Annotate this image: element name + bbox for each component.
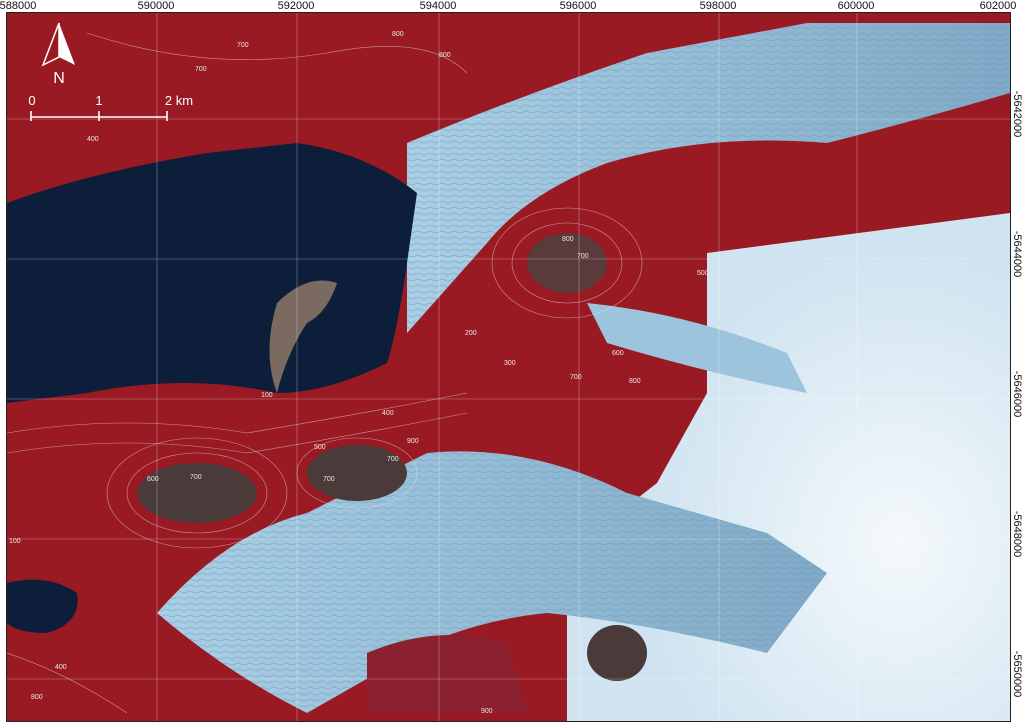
y-tick-label-wrap: -5650000	[1010, 634, 1024, 714]
satellite-image: 700 700 800 800 400 800 700 500 200 300 …	[6, 12, 1011, 722]
contour-label: 800	[562, 236, 574, 243]
contour-label: 400	[87, 136, 99, 143]
contour-label: 400	[55, 664, 67, 671]
y-tick-label: -5644000	[1011, 230, 1023, 278]
contour-label: 600	[612, 350, 624, 357]
contour-label: 700	[387, 456, 399, 463]
x-tick-label: 596000	[559, 0, 597, 12]
contour-label: 900	[407, 438, 419, 445]
contour-label: 300	[504, 360, 516, 367]
y-tick-label-wrap: -5642000	[1010, 74, 1024, 154]
scale-label: 1	[95, 93, 103, 108]
rock-outcrop	[307, 445, 407, 501]
y-tick-label: -5648000	[1011, 510, 1023, 558]
contour-label: 800	[439, 52, 451, 59]
contour-label: 100	[261, 392, 273, 399]
contour-label: 500	[314, 444, 326, 451]
map-figure: 588000 590000 592000 594000 596000 59800…	[0, 0, 1024, 725]
contour-label: 700	[323, 476, 335, 483]
y-tick-label-wrap: -5648000	[1010, 494, 1024, 574]
map-canvas: 700 700 800 800 400 800 700 500 200 300 …	[7, 13, 1010, 721]
y-tick-label: -5642000	[1011, 90, 1023, 138]
scale-label: 2 km	[164, 93, 194, 108]
y-tick-label-wrap: -5646000	[1010, 354, 1024, 434]
contour-label: 600	[147, 476, 159, 483]
contour-label: 200	[465, 330, 477, 337]
y-tick-label-wrap: -5644000	[1010, 214, 1024, 294]
rock-outcrop	[137, 463, 257, 523]
x-tick-label: 602000	[979, 0, 1017, 12]
scale-label: 0	[28, 93, 36, 108]
contour-label: 800	[392, 31, 404, 38]
contour-label: 700	[190, 474, 202, 481]
x-tick-label: 598000	[699, 0, 737, 12]
contour-label: 800	[629, 378, 641, 385]
y-tick-label: -5646000	[1011, 370, 1023, 418]
contour-label: 800	[31, 694, 43, 701]
contour-label: 700	[577, 253, 589, 260]
x-tick-label: 592000	[277, 0, 315, 12]
north-label: N	[53, 70, 65, 87]
x-tick-label: 590000	[137, 0, 175, 12]
contour-label: 400	[382, 410, 394, 417]
contour-label: 700	[237, 42, 249, 49]
rock-outcrop	[587, 625, 647, 681]
x-tick-label: 588000	[0, 0, 37, 12]
contour-label: 700	[195, 66, 207, 73]
contour-label: 700	[570, 374, 582, 381]
contour-label: 900	[481, 708, 493, 715]
contour-label: 100	[9, 538, 21, 545]
x-tick-label: 594000	[419, 0, 457, 12]
south-ridge	[367, 635, 527, 713]
y-tick-label: -5650000	[1011, 650, 1023, 698]
contour-label: 500	[697, 270, 709, 277]
x-tick-label: 600000	[837, 0, 875, 12]
